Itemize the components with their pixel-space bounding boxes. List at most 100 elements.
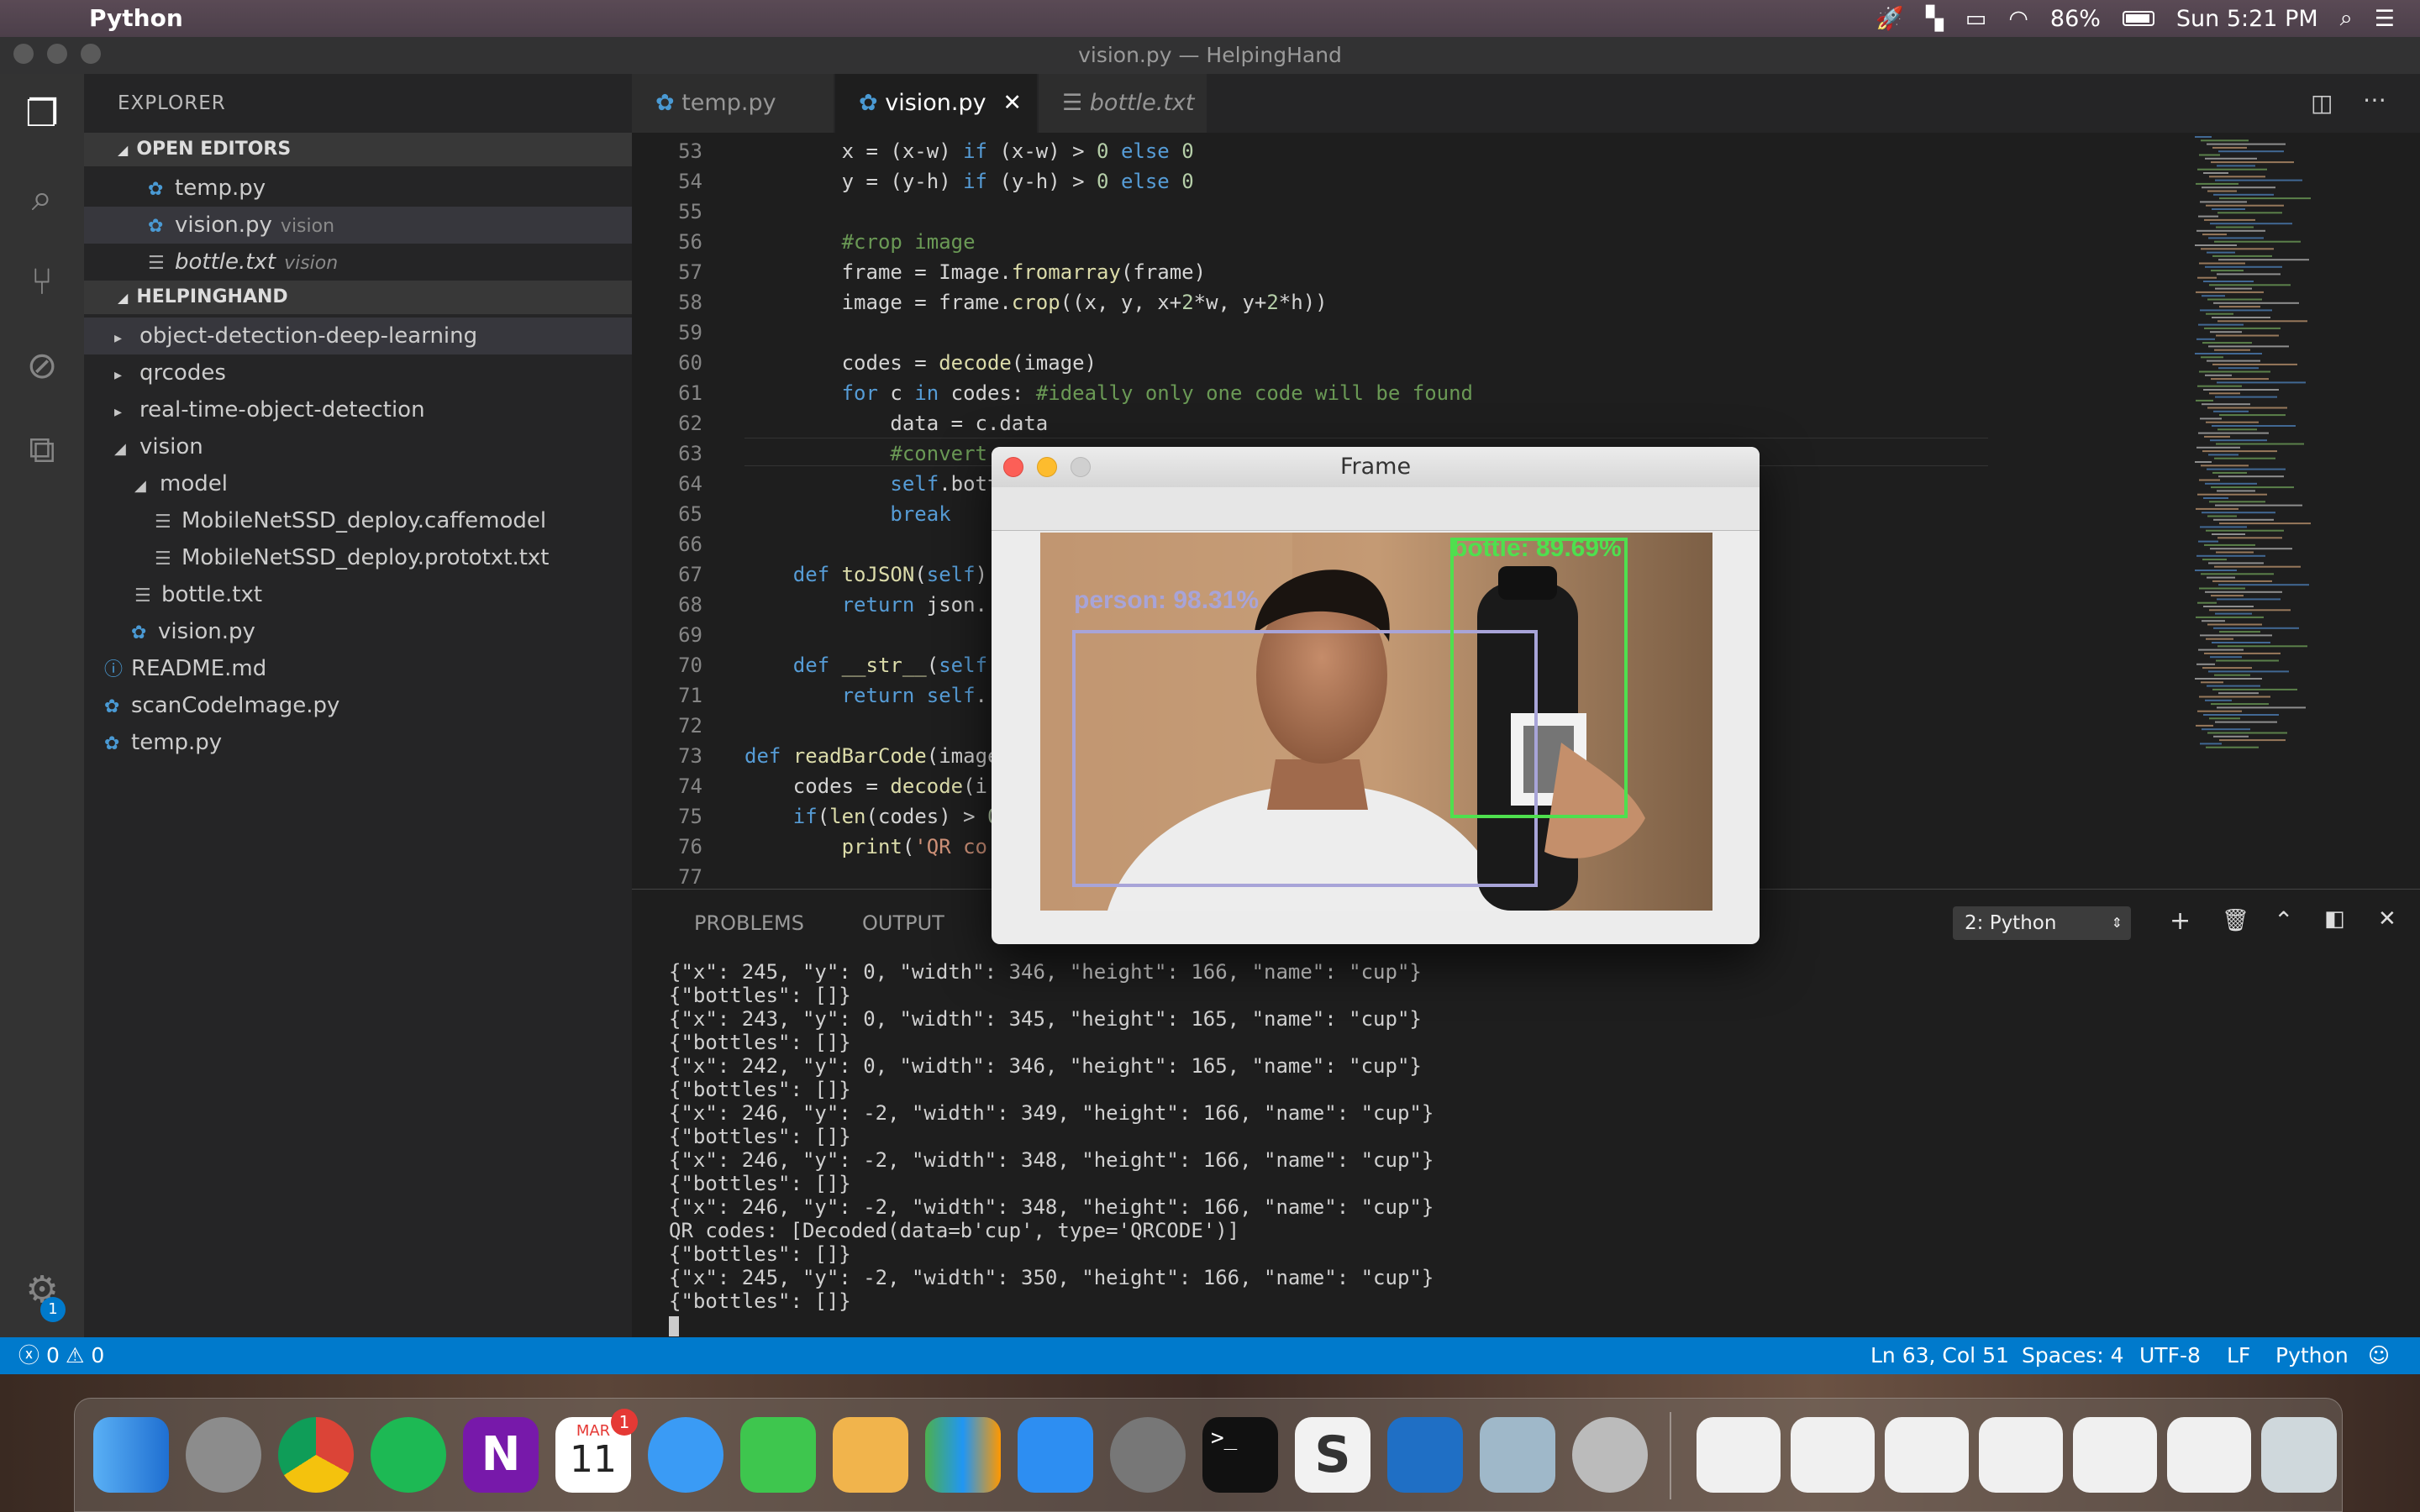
source-control-icon[interactable]: ⑂ <box>18 259 66 306</box>
frame-minimize-button[interactable] <box>1037 457 1057 477</box>
minimap-line <box>2207 732 2287 734</box>
tab-bottle-txt[interactable]: ☰ bottle.txt <box>1039 74 1207 133</box>
app-menu-name[interactable]: Python <box>89 4 183 32</box>
folder-model[interactable]: ◢ model <box>84 465 632 502</box>
calendar-icon[interactable]: MAR 11 1 <box>555 1409 638 1493</box>
explorer-files-icon[interactable]: ❐ <box>18 91 66 138</box>
tab-output[interactable]: OUTPUT <box>862 911 944 935</box>
close-tab-icon[interactable]: ✕ <box>1002 74 1022 133</box>
spotlight-search-icon[interactable]: ⌕ <box>2340 5 2353 32</box>
line-number: 77 <box>678 865 702 889</box>
spotify-icon[interactable] <box>371 1417 446 1493</box>
minimize-window-button[interactable] <box>47 44 67 64</box>
search-icon[interactable]: ⌕ <box>18 175 66 222</box>
file-readme[interactable]: ⓘ README.md <box>84 650 632 687</box>
line-ending[interactable]: LF <box>2227 1337 2250 1374</box>
minimap[interactable] <box>2185 133 2420 889</box>
airplay-icon[interactable]: ▭ <box>1965 6 1987 32</box>
vscode-icon[interactable] <box>1387 1417 1463 1493</box>
minimap-line <box>2219 197 2311 200</box>
chrome-icon[interactable] <box>278 1417 354 1493</box>
minimized-window-3[interactable] <box>1885 1417 1969 1493</box>
trash-icon[interactable]: 🗑 <box>2222 908 2249 933</box>
wifi-icon[interactable]: ◠ <box>2008 6 2028 32</box>
open-editors-section[interactable]: ◢ OPEN EDITORS <box>84 133 632 166</box>
more-actions-icon[interactable]: ⋯ <box>2363 86 2386 113</box>
battery-percent[interactable]: 86% <box>2050 6 2101 32</box>
minimized-window-4[interactable] <box>1979 1417 2063 1493</box>
terminal-output[interactable]: {"x": 245, "y": 0, "width": 346, "height… <box>669 960 1434 1313</box>
keynote-icon[interactable] <box>1018 1417 1093 1493</box>
minimap-line <box>2199 479 2220 481</box>
onenote-icon[interactable]: N <box>463 1417 539 1493</box>
open-editor-bottle[interactable]: ☰ bottle.txt vision <box>84 244 632 281</box>
trash-can-icon[interactable] <box>2261 1417 2337 1493</box>
minimap-line <box>2206 638 2233 640</box>
numbers-icon[interactable] <box>925 1417 1001 1493</box>
cursor-position[interactable]: Ln 63, Col 51 <box>1870 1337 2009 1374</box>
folder-object-detection[interactable]: ▸ object-detection-deep-learning <box>84 318 632 354</box>
minimized-window-5[interactable] <box>2073 1417 2157 1493</box>
system-preferences-icon[interactable] <box>1110 1417 1186 1493</box>
pages-icon[interactable] <box>833 1417 908 1493</box>
terminal-icon[interactable]: >_ <box>1202 1417 1278 1493</box>
minimized-window-2[interactable] <box>1791 1417 1875 1493</box>
tab-vision-py[interactable]: ✿ vision.py ✕ <box>835 74 1037 133</box>
frame-titlebar[interactable]: Frame <box>992 447 1760 487</box>
frame-zoom-button[interactable] <box>1071 457 1091 477</box>
folder-real-time[interactable]: ▸ real-time-object-detection <box>84 391 632 428</box>
battery-icon[interactable] <box>2122 11 2154 26</box>
indentation[interactable]: Spaces: 4 <box>2022 1337 2123 1374</box>
encoding[interactable]: UTF-8 <box>2139 1337 2201 1374</box>
zoom-window-button[interactable] <box>81 44 101 64</box>
extensions-icon[interactable]: ⧉ <box>18 427 66 474</box>
rocket-icon[interactable]: 🚀 <box>1876 5 1904 32</box>
minimap-line <box>2196 291 2264 293</box>
sublime-icon[interactable]: S <box>1295 1417 1370 1493</box>
folder-vision[interactable]: ◢ vision <box>84 428 632 465</box>
window-grid-icon[interactable]: ▚ <box>1926 6 1944 32</box>
preview-icon[interactable] <box>1480 1417 1555 1493</box>
minimized-window-6[interactable] <box>2167 1417 2251 1493</box>
file-temp-py[interactable]: ✿ temp.py <box>84 724 632 761</box>
minimap-line <box>2201 139 2249 142</box>
maximize-panel-icon[interactable]: ⌃ <box>2274 906 2293 934</box>
file-prototxt[interactable]: ☰ MobileNetSSD_deploy.prototxt.txt <box>84 539 632 576</box>
open-editor-vision[interactable]: ✿ vision.py vision <box>84 207 632 244</box>
new-terminal-icon[interactable]: + <box>2170 906 2191 936</box>
notification-center-icon[interactable]: ☰ <box>2375 6 2395 32</box>
close-panel-icon[interactable]: ✕ <box>2378 906 2396 932</box>
panel-layout-icon[interactable]: ◧ <box>2324 906 2345 932</box>
clock[interactable]: Sun 5:21 PM <box>2176 6 2318 32</box>
messages-icon[interactable] <box>648 1417 723 1493</box>
folder-qrcodes[interactable]: ▸ qrcodes <box>84 354 632 391</box>
file-scancodeimage[interactable]: ✿ scanCodeImage.py <box>84 687 632 724</box>
launchpad-icon[interactable] <box>186 1417 261 1493</box>
minimap-line <box>2199 262 2245 265</box>
minimap-line <box>2207 468 2286 470</box>
minimap-line <box>2205 374 2232 376</box>
terminal-select[interactable]: 2: Python ⇕ <box>1953 906 2131 940</box>
minimap-line <box>2212 425 2296 427</box>
finder-icon[interactable] <box>93 1417 169 1493</box>
close-window-button[interactable] <box>13 44 34 64</box>
facetime-icon[interactable] <box>740 1417 816 1493</box>
minimized-window-1[interactable] <box>1697 1417 1781 1493</box>
open-editor-temp[interactable]: ✿ temp.py <box>84 170 632 207</box>
file-bottle-txt[interactable]: ☰ bottle.txt <box>84 576 632 613</box>
language-mode[interactable]: Python <box>2275 1337 2349 1374</box>
file-vision-py[interactable]: ✿ vision.py <box>84 613 632 650</box>
minimap-line <box>2209 609 2291 612</box>
split-editor-icon[interactable]: ◫ <box>2311 89 2333 117</box>
errors-indicator[interactable]: ⓧ 0 <box>18 1337 60 1374</box>
file-caffemodel[interactable]: ☰ MobileNetSSD_deploy.caffemodel <box>84 502 632 539</box>
python-launcher-icon[interactable] <box>1572 1417 1648 1493</box>
frame-window[interactable]: Frame person: 98.31% bottle: 89.69% <box>992 447 1760 944</box>
feedback-smiley-icon[interactable]: ☺ <box>2368 1337 2390 1374</box>
debug-icon[interactable]: ⊘ <box>18 343 66 390</box>
warnings-indicator[interactable]: ⚠ 0 <box>66 1337 104 1374</box>
tab-problems[interactable]: PROBLEMS <box>694 911 804 935</box>
tab-temp-py[interactable]: ✿ temp.py <box>632 74 834 133</box>
project-section[interactable]: ◢ HELPINGHAND <box>84 281 632 314</box>
frame-close-button[interactable] <box>1003 457 1023 477</box>
